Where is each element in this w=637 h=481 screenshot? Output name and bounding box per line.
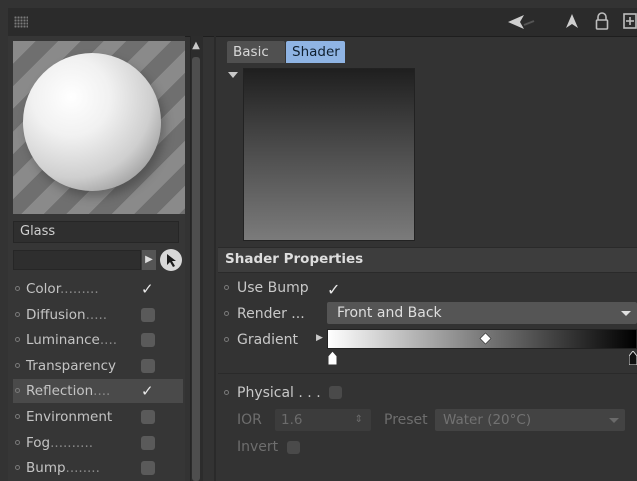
channel-label: Reflection (26, 383, 94, 400)
channel-checkbox[interactable] (141, 307, 155, 322)
animation-dot-icon[interactable] (224, 337, 229, 342)
channel-label: Environment (26, 409, 113, 425)
animation-dot-icon[interactable] (15, 286, 20, 291)
title-bar (8, 8, 637, 37)
channel-label-line: Environment (26, 405, 112, 429)
gradient-label: Gradient (237, 332, 298, 348)
section-title: Shader Properties (225, 251, 364, 267)
panel-divider[interactable] (214, 36, 216, 481)
channel-leader-dots: ..... (85, 306, 108, 323)
animation-dot-icon[interactable] (15, 337, 20, 343)
channel-leader-dots: .... (93, 383, 111, 400)
animation-dot-icon[interactable] (15, 311, 20, 317)
gradient-knot-right[interactable] (629, 351, 637, 365)
channel-luminance[interactable]: Luminance.... (13, 328, 183, 352)
chevron-down-icon (609, 418, 619, 423)
channel-label: Bump (26, 460, 66, 477)
section-header-shader-properties: Shader Properties (218, 247, 637, 273)
channel-label-line: Fog.......... (26, 431, 93, 455)
channel-checkbox[interactable] (141, 358, 155, 373)
channel-checkbox[interactable] (141, 435, 155, 450)
channel-bump[interactable]: Bump........ (13, 456, 183, 480)
ior-field[interactable]: 1.6 ⇕ (275, 409, 371, 431)
channel-label-line: Luminance.... (26, 328, 117, 352)
preset-dropdown[interactable]: Water (20°C) (435, 409, 625, 431)
grip-icon[interactable] (14, 16, 28, 28)
collapse-triangle-icon[interactable] (228, 72, 238, 78)
animation-dot-icon[interactable] (15, 388, 20, 394)
invert-label: Invert (237, 439, 279, 455)
animation-dot-icon[interactable] (15, 414, 20, 419)
physical-checkbox[interactable] (329, 386, 342, 399)
channel-label-line: Reflection.... (26, 379, 110, 403)
invert-checkbox[interactable] (287, 441, 300, 454)
channel-leader-dots: ........ (65, 460, 100, 477)
material-link-field[interactable] (13, 250, 141, 270)
scroll-up-icon[interactable]: ▲ (190, 40, 202, 54)
channel-environment[interactable]: Environment (13, 405, 183, 429)
channel-checkbox-checked[interactable]: ✓ (141, 277, 155, 301)
separator (218, 373, 637, 374)
material-name-field[interactable]: Glass (13, 221, 179, 243)
chevron-down-icon (621, 311, 631, 316)
material-preview[interactable] (13, 41, 185, 214)
animation-dot-icon[interactable] (224, 285, 229, 290)
expand-arrow-icon[interactable]: ▶ (316, 333, 323, 343)
channel-label: Luminance (26, 332, 100, 349)
channel-label: Diffusion (26, 306, 86, 323)
shader-preview[interactable] (243, 68, 415, 241)
channel-checkbox[interactable] (141, 410, 155, 424)
lock-icon[interactable] (595, 11, 609, 31)
channel-color[interactable]: Color......... ✓ (13, 277, 183, 301)
channel-label-line: Color......... (26, 277, 99, 301)
channel-leader-dots: .... (99, 332, 118, 349)
channel-transparency[interactable]: Transparency (13, 354, 183, 378)
channel-label-line: Transparency (26, 354, 116, 378)
preset-label: Preset (384, 412, 428, 428)
channel-label: Transparency (26, 357, 117, 374)
render-label: Render ... (237, 306, 305, 322)
channel-leader-dots: ......... (60, 281, 99, 297)
channel-reflection[interactable]: Reflection.... ✓ (13, 379, 183, 404)
scrollbar-thumb[interactable] (192, 57, 200, 481)
channel-fog[interactable]: Fog.......... (13, 431, 183, 455)
channel-label-line: Diffusion..... (26, 303, 107, 327)
gradient-knot-left[interactable] (328, 351, 337, 365)
arrow-pointer-icon (167, 254, 176, 267)
preset-value: Water (20°C) (443, 412, 532, 428)
animation-dot-icon[interactable] (15, 465, 20, 471)
render-value: Front and Back (337, 305, 442, 321)
pick-object-button[interactable] (160, 249, 182, 271)
channel-checkbox[interactable] (141, 333, 155, 348)
ior-label: IOR (237, 412, 262, 428)
channel-label: Color (26, 281, 61, 297)
use-bump-checkbox[interactable]: ✓ (327, 280, 340, 299)
channel-label-line: Bump........ (26, 456, 100, 480)
channel-label: Fog (26, 434, 51, 451)
animation-dot-icon[interactable] (15, 439, 20, 445)
channel-checkbox[interactable] (141, 461, 155, 476)
stepper-icon[interactable]: ⇕ (355, 409, 363, 431)
channel-diffusion[interactable]: Diffusion..... (13, 303, 183, 327)
channel-leader-dots: .......... (50, 434, 94, 451)
channel-checkbox-checked[interactable]: ✓ (141, 379, 155, 403)
animation-dot-icon[interactable] (224, 311, 229, 316)
new-panel-icon[interactable] (623, 13, 637, 29)
use-bump-label: Use Bump (237, 280, 309, 296)
tab-basic[interactable]: Basic (227, 41, 285, 63)
render-dropdown[interactable]: Front and Back (327, 302, 637, 324)
dropdown-arrow-icon[interactable]: ▶ (142, 250, 156, 270)
animation-dot-icon[interactable] (15, 362, 20, 368)
up-arrow-icon[interactable] (565, 12, 579, 30)
back-arrow-icon[interactable] (506, 13, 536, 31)
tab-shader[interactable]: Shader (286, 41, 345, 63)
animation-dot-icon[interactable] (224, 390, 229, 395)
preview-sphere (23, 53, 161, 191)
ior-value: 1.6 (281, 412, 303, 428)
physical-label: Physical . . . (237, 385, 321, 401)
